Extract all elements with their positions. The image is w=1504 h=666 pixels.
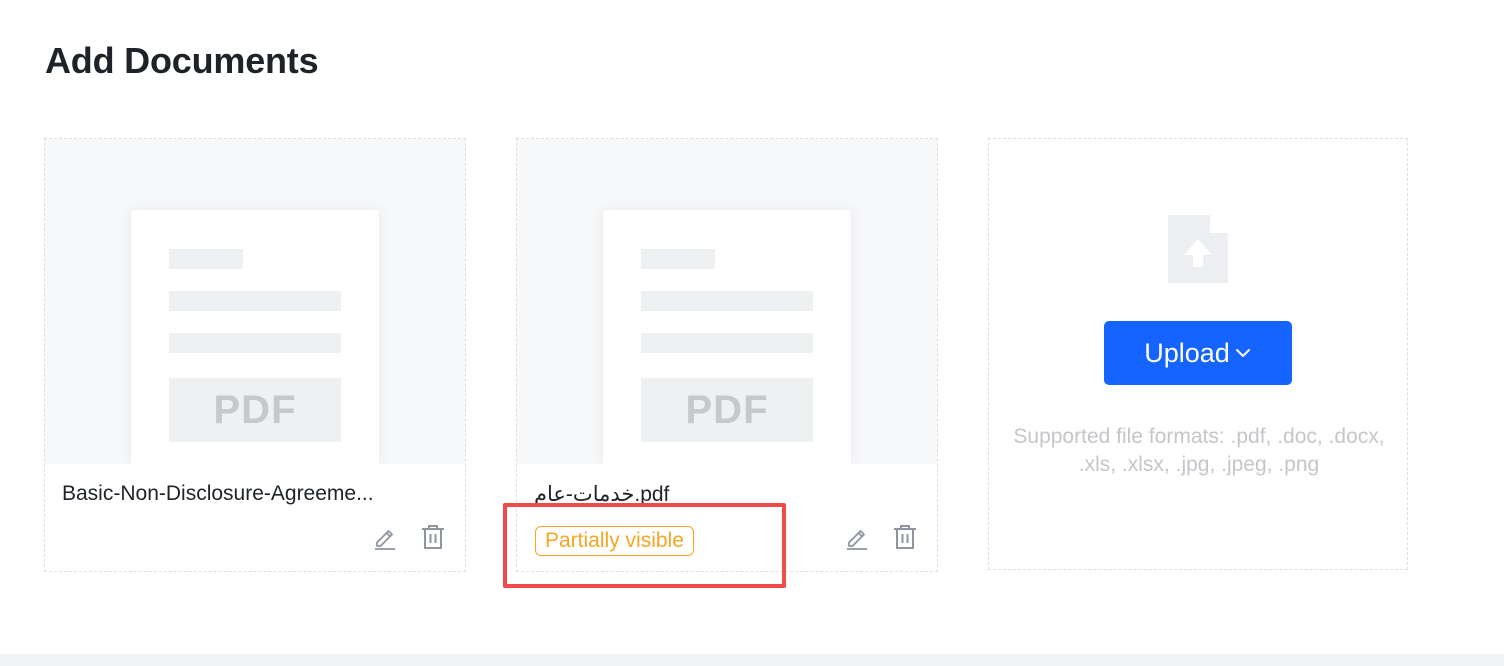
chevron-down-icon (1235, 349, 1250, 357)
document-preview[interactable]: PDF (517, 139, 937, 464)
thumbnail-line (641, 249, 715, 269)
upload-button[interactable]: Upload (1104, 321, 1292, 385)
document-thumbnail: PDF (603, 210, 851, 464)
file-name: Basic-Non-Disclosure-Agreeme... (62, 482, 374, 505)
file-type-label: PDF (641, 378, 813, 442)
highlight-box (503, 503, 786, 588)
thumbnail-line (169, 291, 341, 311)
upload-dropzone[interactable]: Upload Supported file formats: .pdf, .do… (988, 138, 1408, 570)
file-upload-icon (1168, 215, 1228, 283)
thumbnail-line (641, 333, 813, 353)
document-actions (843, 523, 919, 551)
supported-formats-text: Supported file formats: .pdf, .doc, .doc… (1013, 425, 1385, 476)
thumbnail-line (169, 249, 243, 269)
document-card[interactable]: PDF Basic-Non-Disclosure-Agreeme... (44, 138, 466, 572)
page-title: Add Documents (45, 40, 319, 81)
bottom-bar (0, 654, 1504, 666)
pencil-icon[interactable] (371, 523, 399, 551)
upload-button-label: Upload (1144, 337, 1230, 368)
trash-icon[interactable] (419, 523, 447, 551)
file-type-label: PDF (169, 378, 341, 442)
thumbnail-line (169, 333, 341, 353)
document-preview[interactable]: PDF (45, 139, 465, 464)
document-actions (371, 523, 447, 551)
pencil-icon[interactable] (843, 523, 871, 551)
trash-icon[interactable] (891, 523, 919, 551)
document-thumbnail: PDF (131, 210, 379, 464)
thumbnail-line (641, 291, 813, 311)
